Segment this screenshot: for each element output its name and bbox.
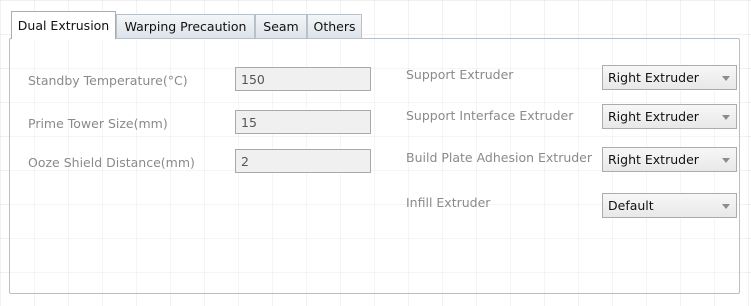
chevron-down-icon — [722, 76, 730, 81]
tab-dual-extrusion[interactable]: Dual Extrusion — [11, 11, 116, 39]
support-extruder-label: Support Extruder — [406, 67, 514, 82]
ooze-shield-distance-label: Ooze Shield Distance(mm) — [28, 155, 195, 170]
tab-seam[interactable]: Seam — [255, 14, 307, 38]
infill-extruder-dropdown[interactable]: Default — [602, 193, 737, 218]
support-extruder-dropdown[interactable]: Right Extruder — [602, 65, 737, 90]
settings-panel: Standby Temperature(°C) Prime Tower Size… — [9, 38, 740, 294]
infill-extruder-value: Default — [608, 198, 654, 213]
standby-temperature-label: Standby Temperature(°C) — [28, 73, 188, 88]
build-plate-adhesion-extruder-value: Right Extruder — [608, 152, 699, 167]
prime-tower-size-input[interactable] — [235, 110, 371, 134]
build-plate-adhesion-extruder-dropdown[interactable]: Right Extruder — [602, 147, 737, 172]
tab-others[interactable]: Others — [307, 14, 362, 38]
support-interface-extruder-dropdown[interactable]: Right Extruder — [602, 104, 737, 129]
support-extruder-value: Right Extruder — [608, 70, 699, 85]
prime-tower-size-label: Prime Tower Size(mm) — [28, 116, 168, 131]
support-interface-extruder-value: Right Extruder — [608, 109, 699, 124]
chevron-down-icon — [722, 158, 730, 163]
standby-temperature-input[interactable] — [235, 67, 371, 91]
support-interface-extruder-label: Support Interface Extruder — [406, 108, 574, 123]
tab-warping-precaution[interactable]: Warping Precaution — [116, 14, 255, 38]
infill-extruder-label: Infill Extruder — [406, 195, 491, 210]
chevron-down-icon — [722, 204, 730, 209]
ooze-shield-distance-input[interactable] — [235, 149, 371, 173]
chevron-down-icon — [722, 115, 730, 120]
build-plate-adhesion-extruder-label: Build Plate Adhesion Extruder — [406, 150, 593, 165]
